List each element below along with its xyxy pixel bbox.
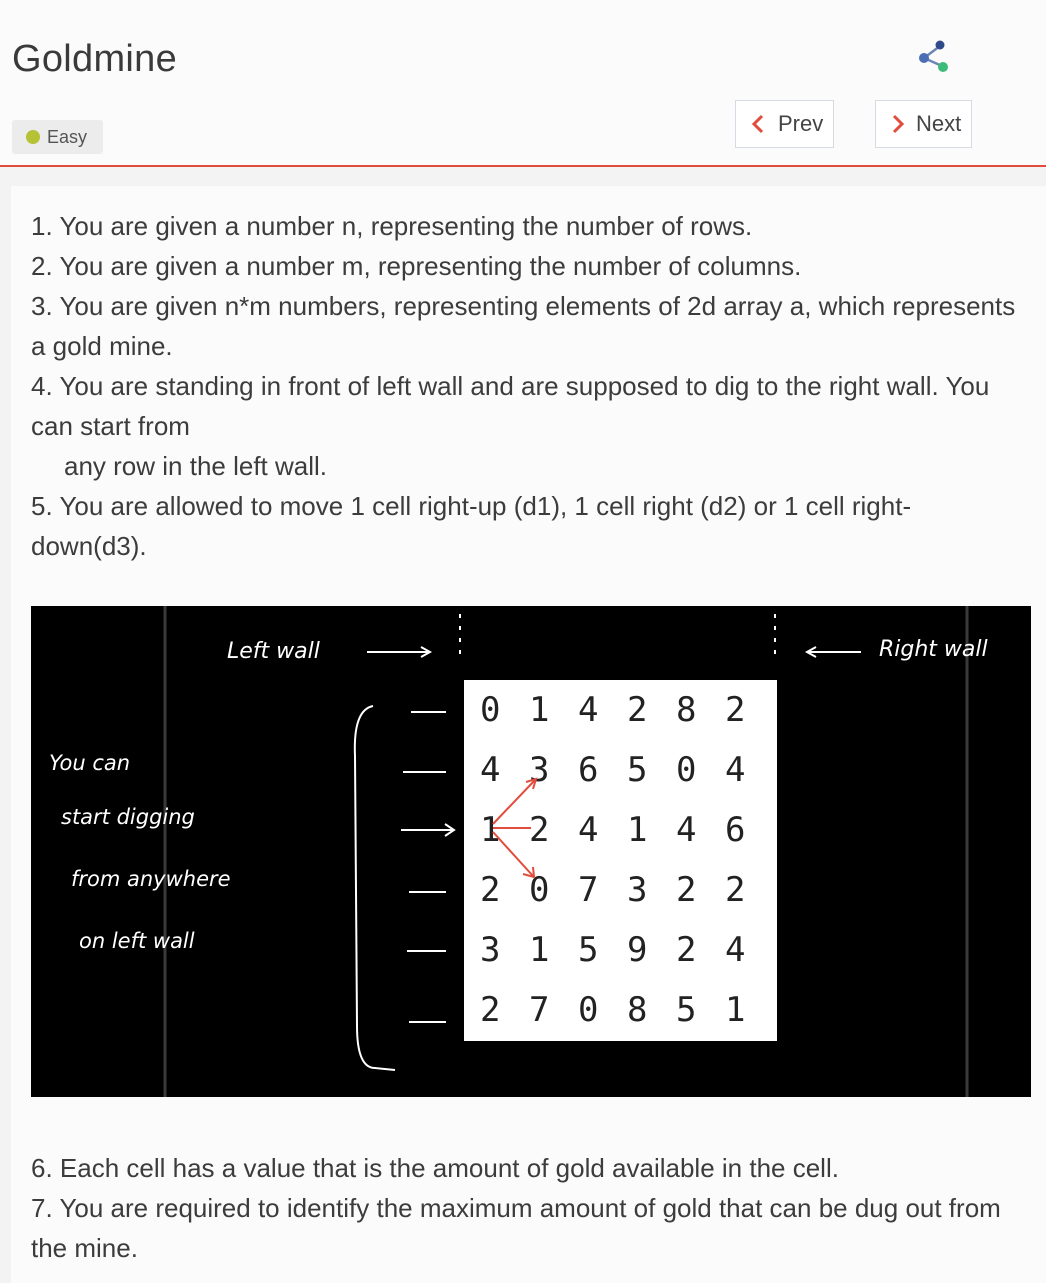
goldmine-figure: Left wall Right wall You can start diggi…	[31, 606, 1031, 1097]
page-title: Goldmine	[12, 38, 178, 80]
problem-line: 2. You are given a number m, representin…	[31, 251, 802, 281]
difficulty-dot-icon	[26, 130, 40, 144]
problem-line: 5. You are allowed to move 1 cell right-…	[31, 491, 912, 561]
difficulty-badge: Easy	[12, 120, 104, 154]
difficulty-label: Easy	[47, 126, 88, 147]
problem-text-continued: 6. Each cell has a value that is the amo…	[31, 1148, 1021, 1268]
problem-line: any row in the left wall.	[64, 451, 328, 481]
chevron-right-icon	[892, 114, 905, 134]
problem-line: 4. You are standing in front of left wal…	[31, 371, 990, 441]
problem-line: 6. Each cell has a value that is the amo…	[31, 1153, 839, 1183]
chevron-left-icon	[751, 114, 764, 134]
share-icon[interactable]	[914, 38, 954, 74]
move-arrows	[492, 777, 538, 879]
problem-description: 1. You are given a number n, representin…	[11, 186, 1046, 1283]
problem-line: 3. You are given n*m numbers, representi…	[31, 291, 1016, 361]
prev-label: Prev	[778, 111, 824, 136]
next-label: Next	[916, 111, 962, 136]
next-button[interactable]: Next	[875, 100, 972, 148]
problem-line: 1. You are given a number n, representin…	[31, 211, 753, 241]
problem-line: 7. You are required to identify the maxi…	[31, 1193, 1001, 1263]
problem-text: 1. You are given a number n, representin…	[31, 206, 1021, 566]
prev-button[interactable]: Prev	[735, 100, 834, 148]
page-header: Goldmine Easy Prev Next	[0, 0, 1046, 167]
